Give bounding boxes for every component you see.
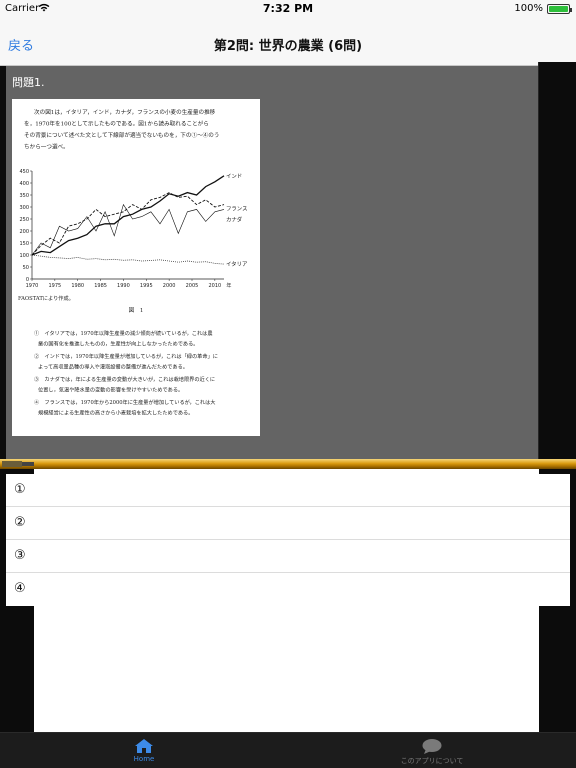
y-tick-label: 300 <box>19 205 29 211</box>
app-screen: Carrier 7:32 PM 100% 戻る 第2問: 世界の農業 (6問) … <box>0 0 576 768</box>
answer-option-4[interactable]: ④ <box>6 573 570 606</box>
answer-option-2[interactable]: ② <box>6 507 570 540</box>
tab-about-label: このアプリについて <box>400 757 464 765</box>
battery-percent: 100% <box>514 3 543 14</box>
x-tick-label: 1970 <box>26 283 39 289</box>
x-tick-label: 年 <box>226 282 231 289</box>
divider-knob <box>22 462 34 466</box>
option-text-line: よって高収量品種の導入や灌漑設備の整備が進んだためである。 <box>38 363 188 371</box>
x-tick-label: 1980 <box>71 283 84 289</box>
option-text-line: ③ カナダでは，年による生産量の変動が大きいが，これは栽培限界の近くに <box>34 375 215 383</box>
page-title: 第2問: 世界の農業 (6問) <box>213 39 363 54</box>
tab-home[interactable]: Home <box>124 733 164 768</box>
x-tick-label: 1990 <box>117 283 130 289</box>
question-sheet-image: 次の図1は，イタリア，インド，カナダ，フランスの小麦の生産量の推移を，1970年… <box>18 108 247 417</box>
x-tick-label: 2005 <box>186 283 199 289</box>
option-text-line: ① イタリアでは，1970年以降生産量の減少傾向が続いているが，これは農 <box>34 329 213 337</box>
speech-bubble-icon <box>422 739 442 754</box>
right-edge <box>539 62 576 459</box>
question-number: 問題1. <box>12 76 45 89</box>
option-text-line: ② インドでは，1970年以降生産量が増加しているが，これは「緑の革命」に <box>34 352 218 360</box>
y-tick-label: 350 <box>19 193 29 199</box>
y-tick-label: 400 <box>19 181 29 187</box>
series-label: フランス <box>226 206 247 213</box>
prompt-line: 次の図1は，イタリア，インド，カナダ，フランスの小麦の生産量の推移 <box>34 108 216 116</box>
answer-option-1[interactable]: ① <box>6 474 570 507</box>
x-tick-label: 1985 <box>94 283 107 289</box>
option-text-line: 位置し，気温や降水量の変動の影響を受けやすいためである。 <box>38 386 183 394</box>
answer-option-3[interactable]: ③ <box>6 540 570 573</box>
y-tick-label: 450 <box>19 169 29 175</box>
series-line <box>31 175 225 256</box>
option-text-line: 業の国有化を推進したものの，生産性が向上しなかったためである。 <box>38 340 198 348</box>
figure-caption: 図 1 <box>129 307 144 314</box>
series-line <box>31 203 225 256</box>
series-label: カナダ <box>226 215 243 223</box>
y-tick-label: 150 <box>19 241 29 247</box>
y-tick-label: 200 <box>19 229 29 235</box>
battery-level <box>549 6 568 12</box>
series-label: イタリア <box>226 260 247 268</box>
option-text-line: 規模経営による生産性の高さから小麦栽培を拡大したためである。 <box>38 409 193 417</box>
series-line <box>31 254 225 265</box>
y-tick-label: 0 <box>26 277 29 283</box>
y-tick-label: 50 <box>23 265 29 271</box>
battery-icon <box>547 4 572 14</box>
question-sheet: 次の図1は，イタリア，インド，カナダ，フランスの小麦の生産量の推移を，1970年… <box>12 99 260 436</box>
left-edge <box>0 66 6 459</box>
tab-home-label: Home <box>133 755 155 763</box>
answer-options-text: ① イタリアでは，1970年以降生産量の減少傾向が続いているが，これは農業の国有… <box>34 329 218 417</box>
series-label: インド <box>226 174 242 180</box>
tab-bar: Home このアプリについて <box>0 732 576 768</box>
clock: 7:32 PM <box>262 2 314 15</box>
prompt-line: を，1970年を100として示したものである。図1から読み取れることがら <box>24 120 209 128</box>
y-tick-label: 100 <box>19 253 29 259</box>
source-note: FAOSTATにより作成。 <box>18 294 74 302</box>
prompt-line: その背景について述べた文として下線部が適当でないものを，下の①～④のう <box>24 131 219 139</box>
y-tick-label: 250 <box>19 217 29 223</box>
prompt-line: ちから一つ選べ。 <box>24 143 69 151</box>
x-tick-label: 2010 <box>208 283 221 289</box>
divider-handle[interactable] <box>2 461 22 467</box>
answer-list: ① ② ③ ④ <box>6 474 570 606</box>
tab-about[interactable]: このアプリについて <box>382 733 482 768</box>
status-bar: Carrier 7:32 PM 100% <box>0 0 576 18</box>
x-tick-label: 1975 <box>48 283 61 289</box>
split-divider[interactable] <box>0 459 576 469</box>
x-tick-label: 2000 <box>163 283 176 289</box>
home-icon <box>135 739 153 753</box>
navigation-bar: 戻る 第2問: 世界の農業 (6問) <box>0 18 576 66</box>
wheat-production-chart: 0 50 100 150 200 250 300 350 400 450 1970 1975 1980 1… <box>19 169 247 289</box>
question-prompt: 次の図1は，イタリア，インド，カナダ，フランスの小麦の生産量の推移を，1970年… <box>24 108 219 151</box>
option-text-line: ④ フランスでは，1970年から2000年に生産量が増加しているが，これは大 <box>34 398 215 406</box>
x-tick-label: 1995 <box>140 283 153 289</box>
